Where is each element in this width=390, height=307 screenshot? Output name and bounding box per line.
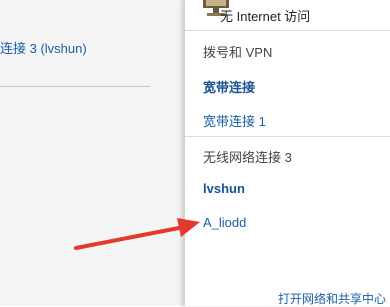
divider [185, 136, 390, 137]
network-lvshun[interactable]: lvshun [203, 181, 245, 196]
connection-status: 无 Internet 访问 [220, 9, 311, 24]
divider [0, 86, 150, 87]
network-a-liodd[interactable]: A_liodd [203, 215, 246, 230]
broadband-connection[interactable]: 宽带连接 [203, 77, 255, 96]
section-dialup-vpn: 拨号和 VPN [203, 45, 273, 60]
connection-link[interactable]: 连接 3 (lvshun) [0, 38, 87, 57]
section-wireless: 无线网络连接 3 [203, 150, 292, 165]
status-row: 无 Internet 访问 [185, 0, 390, 28]
left-pane: 连接 3 (lvshun) [0, 0, 183, 306]
broadband-connection-1[interactable]: 宽带连接 1 [203, 111, 266, 130]
open-network-center-link[interactable]: 打开网络和共享中心 [278, 290, 386, 307]
divider [185, 30, 390, 31]
network-popup: 无 Internet 访问 拨号和 VPN 宽带连接 宽带连接 1 无线网络连接… [183, 0, 390, 306]
